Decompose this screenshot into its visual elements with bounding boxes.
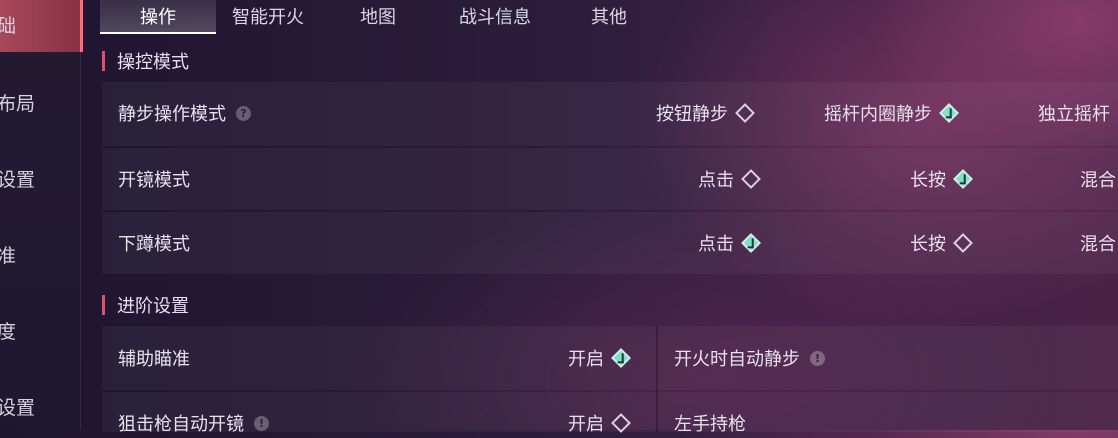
section-title-control-mode: 操控模式 bbox=[102, 48, 189, 74]
sidebar-item-label: 设置 bbox=[0, 396, 36, 419]
sidebar-item-basic[interactable]: 础 bbox=[0, 0, 83, 52]
option-scope-hold[interactable]: 长按 bbox=[910, 164, 973, 194]
radio-diamond-checked-icon bbox=[939, 103, 959, 123]
option-scope-mixed[interactable]: 混合 bbox=[1080, 164, 1116, 194]
row-label-quiet-step: 静步操作模式 ? bbox=[118, 98, 251, 128]
option-crouch-mixed[interactable]: 混合 bbox=[1080, 228, 1116, 258]
sidebar-item-label: 设置 bbox=[0, 168, 36, 191]
option-button-quiet-step[interactable]: 按钮静步 bbox=[656, 98, 755, 128]
section-accent-bar bbox=[102, 295, 105, 315]
row-label-crouch-mode: 下蹲模式 bbox=[118, 234, 190, 255]
radio-diamond-checked-icon bbox=[741, 233, 761, 253]
radio-diamond-checked-icon bbox=[953, 169, 973, 189]
tab-smart-fire[interactable]: 智能开火 bbox=[216, 0, 320, 32]
radio-diamond-icon bbox=[741, 169, 761, 189]
column-divider bbox=[656, 326, 658, 432]
sidebar-item-label: 准 bbox=[0, 244, 17, 267]
sidebar-item-layout[interactable]: 布局 bbox=[0, 74, 80, 130]
radio-diamond-icon bbox=[953, 233, 973, 253]
tab-map[interactable]: 地图 bbox=[338, 0, 418, 32]
option-crouch-hold[interactable]: 长按 bbox=[910, 228, 973, 258]
tab-other[interactable]: 其他 bbox=[574, 0, 644, 32]
sidebar-item-label: 础 bbox=[0, 14, 17, 37]
option-independent-joystick[interactable]: 独立摇杆 bbox=[1038, 98, 1110, 128]
sidebar-item-label: 度 bbox=[0, 320, 17, 343]
tab-operation[interactable]: 操作 bbox=[100, 0, 216, 34]
help-icon[interactable]: ? bbox=[236, 105, 251, 121]
row-label-left-hand-grip: 左手持枪 bbox=[674, 414, 746, 435]
info-icon[interactable]: ! bbox=[810, 350, 825, 366]
sidebar-item-sensitivity[interactable]: 度 bbox=[0, 302, 80, 358]
sidebar-item-more-settings[interactable]: 设置 bbox=[0, 378, 80, 434]
radio-diamond-icon bbox=[735, 103, 755, 123]
row-label-auto-quiet-step-on-fire: 开火时自动静步 ! bbox=[674, 343, 825, 373]
row-label-sniper-auto-scope: 狙击枪自动开镜 ! bbox=[118, 408, 269, 438]
sidebar: 础 布局 设置 准 度 设置 bbox=[0, 0, 83, 430]
sidebar-item-settings[interactable]: 设置 bbox=[0, 150, 80, 206]
option-joystick-inner-quiet-step[interactable]: 摇杆内圈静步 bbox=[824, 98, 959, 128]
setting-row-quiet-step bbox=[102, 82, 1118, 146]
option-aim-assist-on[interactable]: 开启 bbox=[568, 343, 631, 373]
option-crouch-tap[interactable]: 点击 bbox=[698, 228, 761, 258]
row-label-scope-mode: 开镜模式 bbox=[118, 170, 190, 191]
tab-bar: 操作 智能开火 地图 战斗信息 其他 bbox=[100, 0, 1118, 36]
option-sniper-auto-scope-on[interactable]: 开启 bbox=[568, 408, 631, 438]
option-scope-tap[interactable]: 点击 bbox=[698, 164, 761, 194]
sidebar-item-label: 布局 bbox=[0, 92, 36, 115]
row-label-aim-assist: 辅助瞄准 bbox=[118, 349, 190, 370]
info-icon[interactable]: ! bbox=[254, 415, 269, 431]
tab-battle-info[interactable]: 战斗信息 bbox=[440, 0, 550, 32]
checkbox-diamond-checked-icon bbox=[611, 348, 631, 368]
sidebar-item-aim[interactable]: 准 bbox=[0, 226, 80, 282]
section-title-advanced: 进阶设置 bbox=[102, 292, 189, 318]
section-accent-bar bbox=[102, 51, 105, 71]
